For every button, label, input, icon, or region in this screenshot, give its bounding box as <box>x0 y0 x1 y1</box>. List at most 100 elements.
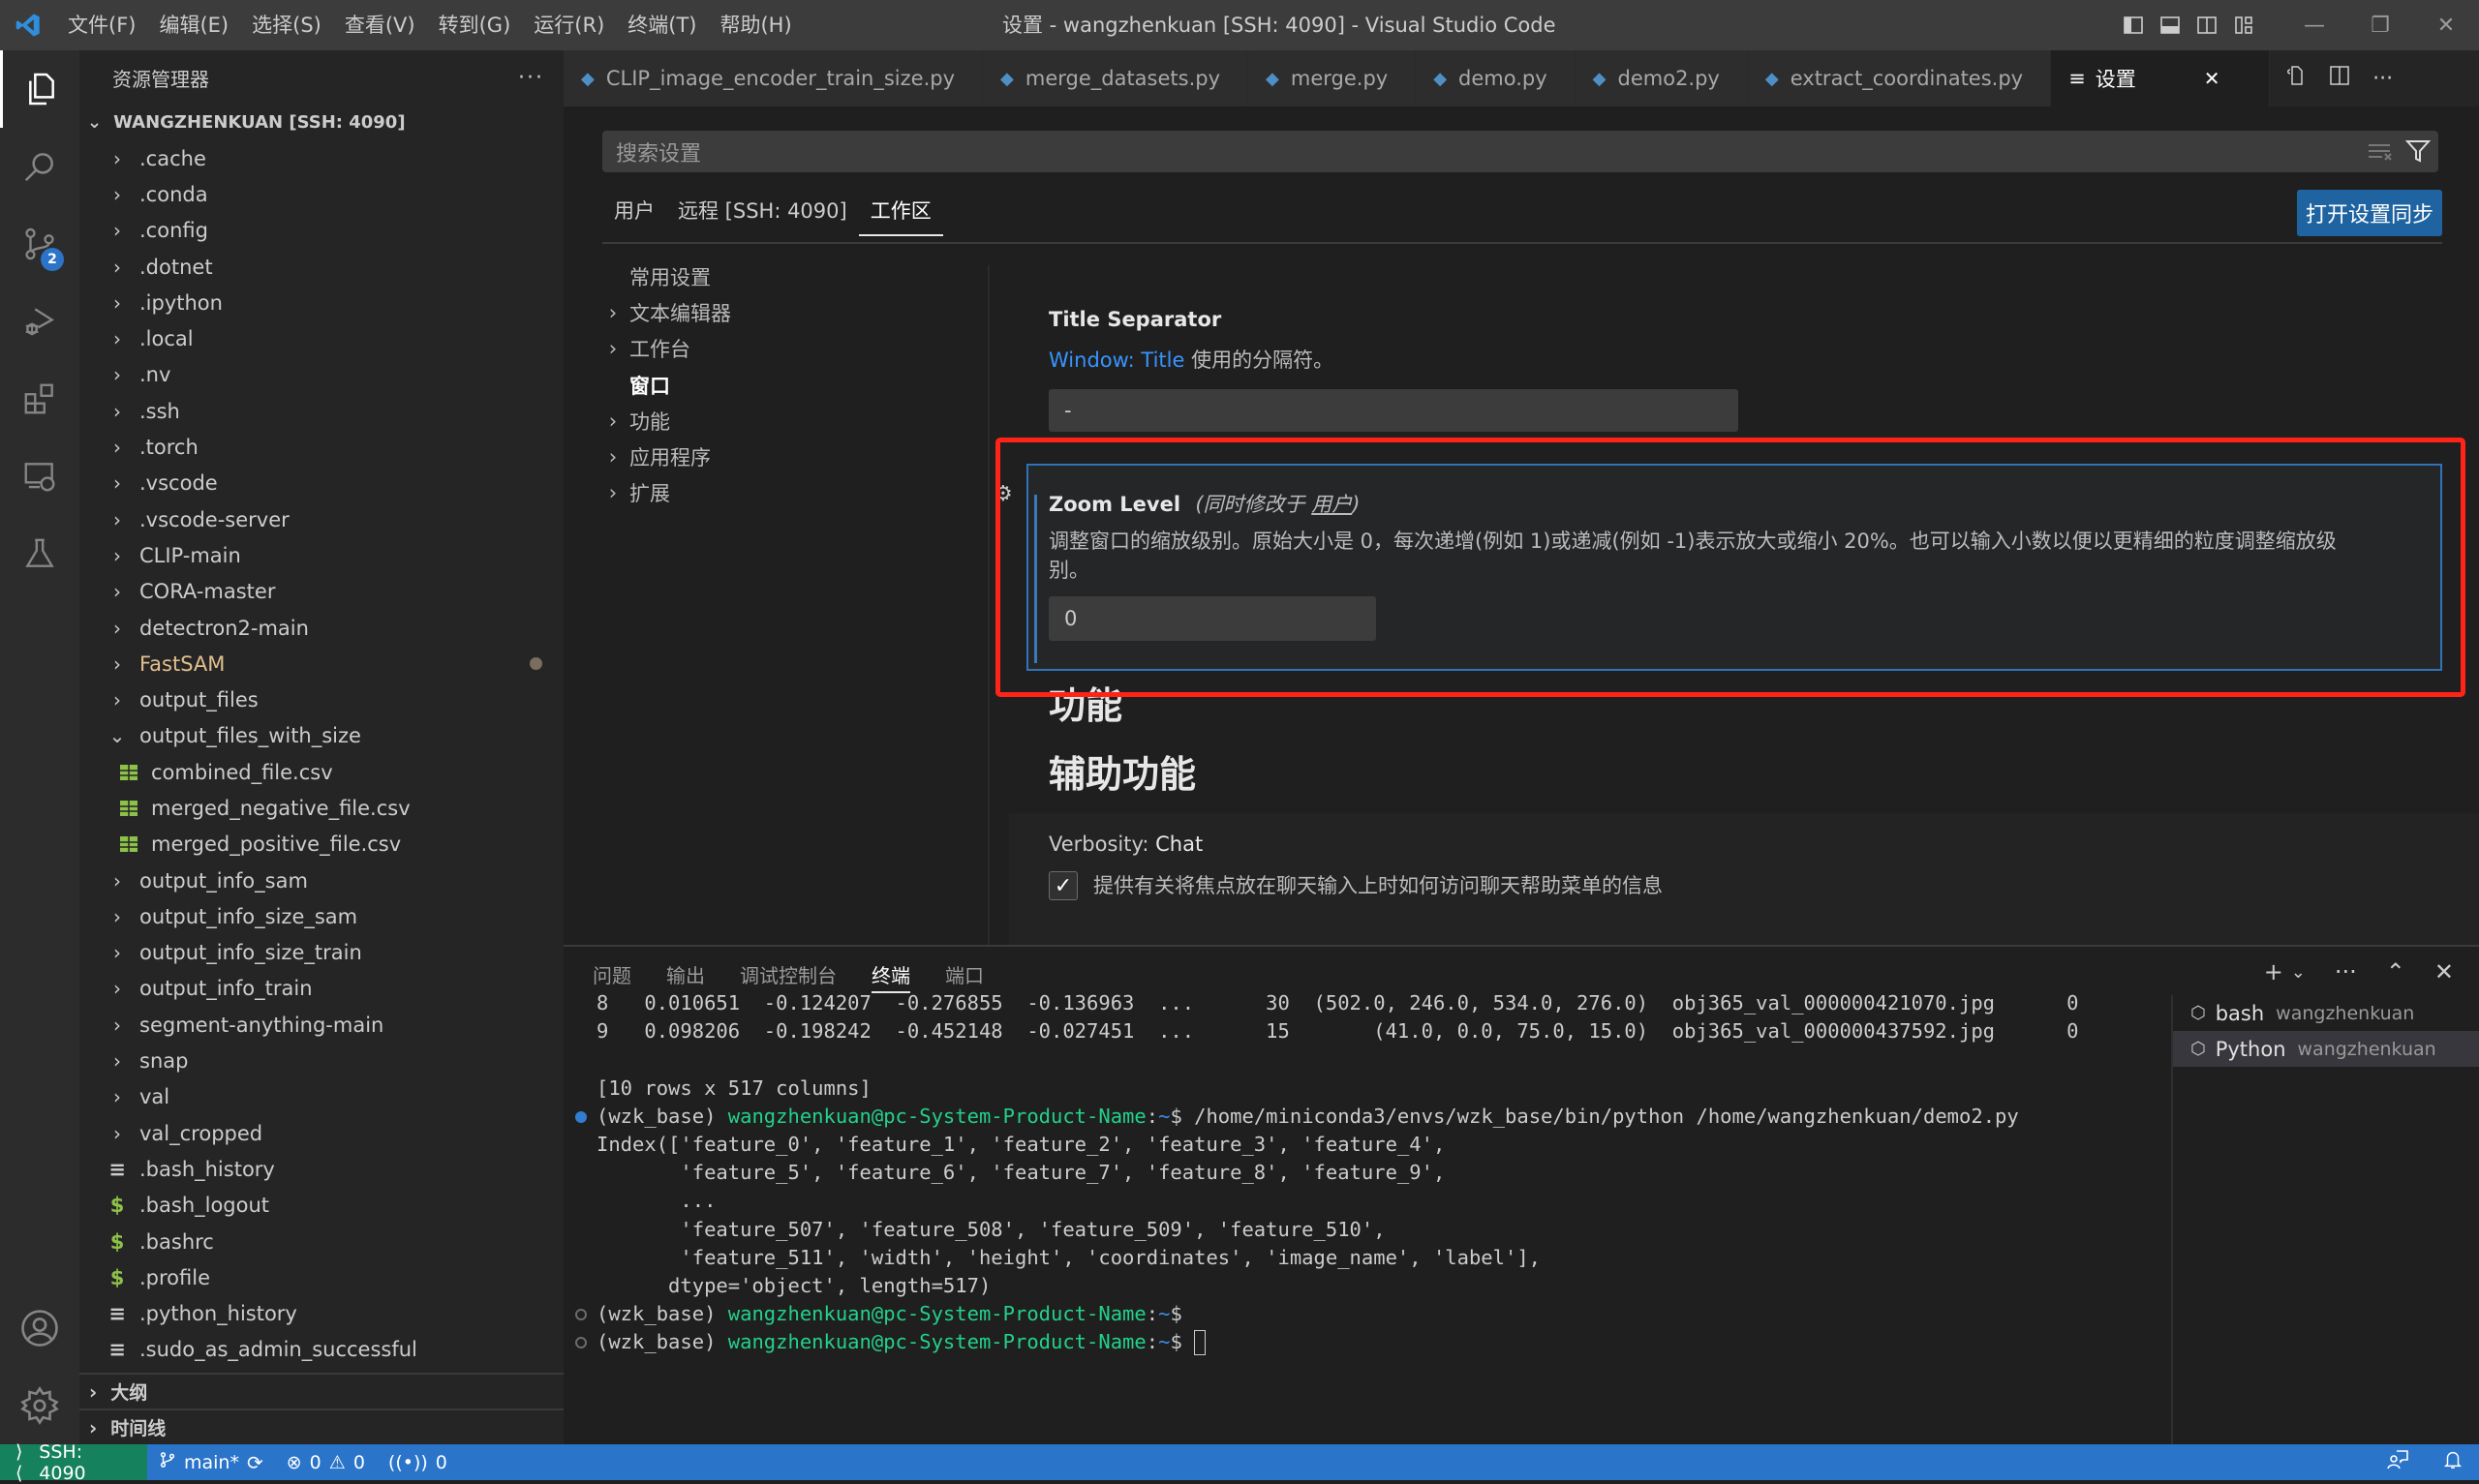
tree-item[interactable]: › output_info_size_train <box>79 935 564 971</box>
editor-tab[interactable]: ◆ demo.py <box>1416 50 1576 106</box>
sync-icon[interactable]: ⟳ <box>247 1451 263 1474</box>
explorer-icon[interactable] <box>0 50 79 128</box>
close-window-button[interactable]: ✕ <box>2413 0 2479 50</box>
turn-on-settings-sync-button[interactable]: 打开设置同步 <box>2297 190 2442 236</box>
close-panel-icon[interactable]: ✕ <box>2434 958 2454 985</box>
tree-item[interactable]: › output_info_sam <box>79 863 564 898</box>
toc-item[interactable]: › 应用程序 <box>602 439 990 474</box>
tree-item[interactable]: › val <box>79 1079 564 1115</box>
command-decoration-icon[interactable] <box>575 1110 587 1123</box>
tree-item[interactable]: › .vscode <box>79 466 564 501</box>
settings-search-input[interactable]: 搜索设置 <box>602 131 2438 172</box>
more-actions-icon[interactable]: ··· <box>518 66 544 90</box>
split-editor-icon[interactable] <box>2328 64 2351 93</box>
terminal-instance[interactable]: ⬡ Python wangzhenkuan <box>2173 1031 2479 1067</box>
minimize-button[interactable]: — <box>2281 0 2347 50</box>
tree-item[interactable]: › output_files <box>79 681 564 717</box>
menu-item[interactable]: 查看(V) <box>333 0 427 50</box>
source-control-icon[interactable]: 2 <box>0 205 79 283</box>
close-tab-icon[interactable]: ✕ <box>2204 67 2220 90</box>
tree-item[interactable]: combined_file.csv <box>79 754 564 790</box>
restore-button[interactable]: ❐ <box>2347 0 2413 50</box>
tree-item[interactable]: › segment-anything-main <box>79 1007 564 1043</box>
verbosity-checkbox[interactable]: ✓ <box>1049 871 1078 900</box>
maximize-panel-icon[interactable]: ⌃ <box>2386 958 2405 985</box>
tree-item[interactable]: › val_cropped <box>79 1115 564 1151</box>
panel-tab[interactable]: 端口 <box>945 960 984 993</box>
more-actions-icon[interactable]: ··· <box>2372 67 2393 91</box>
editor-tab[interactable]: ◆ CLIP_image_encoder_train_size.py <box>564 50 984 106</box>
tree-item[interactable]: ≡ .python_history <box>79 1296 564 1332</box>
open-settings-json-icon[interactable] <box>2283 64 2307 93</box>
toc-item[interactable]: 窗口 <box>602 367 990 403</box>
extensions-icon[interactable] <box>0 360 79 438</box>
menu-item[interactable]: 终端(T) <box>616 0 708 50</box>
testing-icon[interactable] <box>0 515 79 592</box>
more-actions-icon[interactable]: ··· <box>2335 958 2357 985</box>
problems-indicator[interactable]: ⊗ 0 ⚠ 0 <box>275 1444 377 1480</box>
toggle-primary-sidebar-icon[interactable] <box>2115 0 2152 50</box>
tab-settings[interactable]: ≡ 设置 ✕ <box>2051 50 2271 106</box>
tree-item[interactable]: › .conda <box>79 176 564 212</box>
menu-item[interactable]: 运行(R) <box>522 0 616 50</box>
zoom-level-input[interactable]: 0 <box>1049 596 1376 641</box>
git-branch[interactable]: main* ⟳ <box>147 1444 275 1480</box>
accounts-feedback-icon[interactable] <box>2386 1448 2409 1476</box>
toggle-panel-icon[interactable] <box>2152 0 2188 50</box>
editor-tab[interactable]: ◆ merge.py <box>1248 50 1417 106</box>
user-scope-link[interactable]: 用户 <box>1311 493 1352 516</box>
tree-item[interactable]: › .ipython <box>79 285 564 320</box>
scope-tab[interactable]: 工作区 <box>858 196 943 236</box>
clear-filter-icon[interactable] <box>2367 140 2394 167</box>
menu-item[interactable]: 选择(S) <box>240 0 333 50</box>
toc-item[interactable]: › 扩展 <box>602 475 990 511</box>
tree-item[interactable]: › detectron2-main <box>79 610 564 646</box>
toc-item[interactable]: › 文本编辑器 <box>602 294 990 330</box>
command-decoration-icon[interactable] <box>575 1309 587 1321</box>
tree-item[interactable]: $ .bash_logout <box>79 1188 564 1224</box>
tree-item[interactable]: › .vscode-server <box>79 501 564 537</box>
timeline-section[interactable]: › 时间线 <box>79 1408 564 1444</box>
tree-item[interactable]: › .local <box>79 320 564 356</box>
tree-item[interactable]: ⌄ output_files_with_size <box>79 718 564 754</box>
run-debug-icon[interactable] <box>0 283 79 360</box>
panel-tab[interactable]: 调试控制台 <box>740 960 837 993</box>
tree-item[interactable]: merged_positive_file.csv <box>79 827 564 863</box>
title-separator-input[interactable]: - <box>1049 389 1738 432</box>
window-title-link[interactable]: Window: Title <box>1049 348 1184 372</box>
toc-item[interactable]: › 功能 <box>602 403 990 439</box>
toggle-secondary-sidebar-icon[interactable] <box>2188 0 2225 50</box>
terminal-dropdown-icon[interactable]: ⌄ <box>2291 962 2306 983</box>
tree-item[interactable]: ≡ .sudo_as_admin_successful <box>79 1332 564 1368</box>
notifications-bell-icon[interactable] <box>2442 1448 2464 1476</box>
workspace-root[interactable]: ⌄ WANGZHENKUAN [SSH: 4090] <box>79 105 564 140</box>
scope-tab[interactable]: 用户 <box>602 196 666 236</box>
command-decoration-icon[interactable] <box>575 1337 587 1349</box>
customize-layout-icon[interactable] <box>2225 0 2262 50</box>
outline-section[interactable]: › 大纲 <box>79 1373 564 1408</box>
filter-icon[interactable] <box>2404 138 2432 169</box>
tree-item[interactable]: › output_info_train <box>79 971 564 1007</box>
menu-item[interactable]: 文件(F) <box>56 0 147 50</box>
toc-item[interactable]: › 工作台 <box>602 331 990 367</box>
tree-item[interactable]: ≡ .bash_history <box>79 1151 564 1187</box>
terminal-instance[interactable]: ⬡ bash wangzhenkuan <box>2173 995 2479 1031</box>
tree-item[interactable]: › .cache <box>79 140 564 176</box>
tree-item[interactable]: › .dotnet <box>79 249 564 285</box>
new-terminal-icon[interactable]: + <box>2264 958 2283 985</box>
tree-item[interactable]: › .nv <box>79 357 564 393</box>
tree-item[interactable]: › FastSAM <box>79 646 564 681</box>
ports-indicator[interactable]: ((•)) 0 <box>377 1444 459 1480</box>
editor-tab[interactable]: ◆ demo2.py <box>1575 50 1748 106</box>
editor-tab[interactable]: ◆ extract_coordinates.py <box>1747 50 2052 106</box>
tree-item[interactable]: › CORA-master <box>79 574 564 610</box>
toc-item[interactable]: 常用设置 <box>602 258 990 294</box>
tree-item[interactable]: merged_negative_file.csv <box>79 790 564 826</box>
tree-item[interactable]: $ .bashrc <box>79 1224 564 1259</box>
search-icon[interactable] <box>0 128 79 205</box>
menu-item[interactable]: 帮助(H) <box>708 0 803 50</box>
terminal-output[interactable]: 8 0.010651 -0.124207 -0.276855 -0.136963… <box>564 989 2171 1440</box>
editor-tab[interactable]: ◆ merge_datasets.py <box>983 50 1249 106</box>
tree-item[interactable]: › .ssh <box>79 393 564 429</box>
menu-item[interactable]: 转到(G) <box>427 0 523 50</box>
